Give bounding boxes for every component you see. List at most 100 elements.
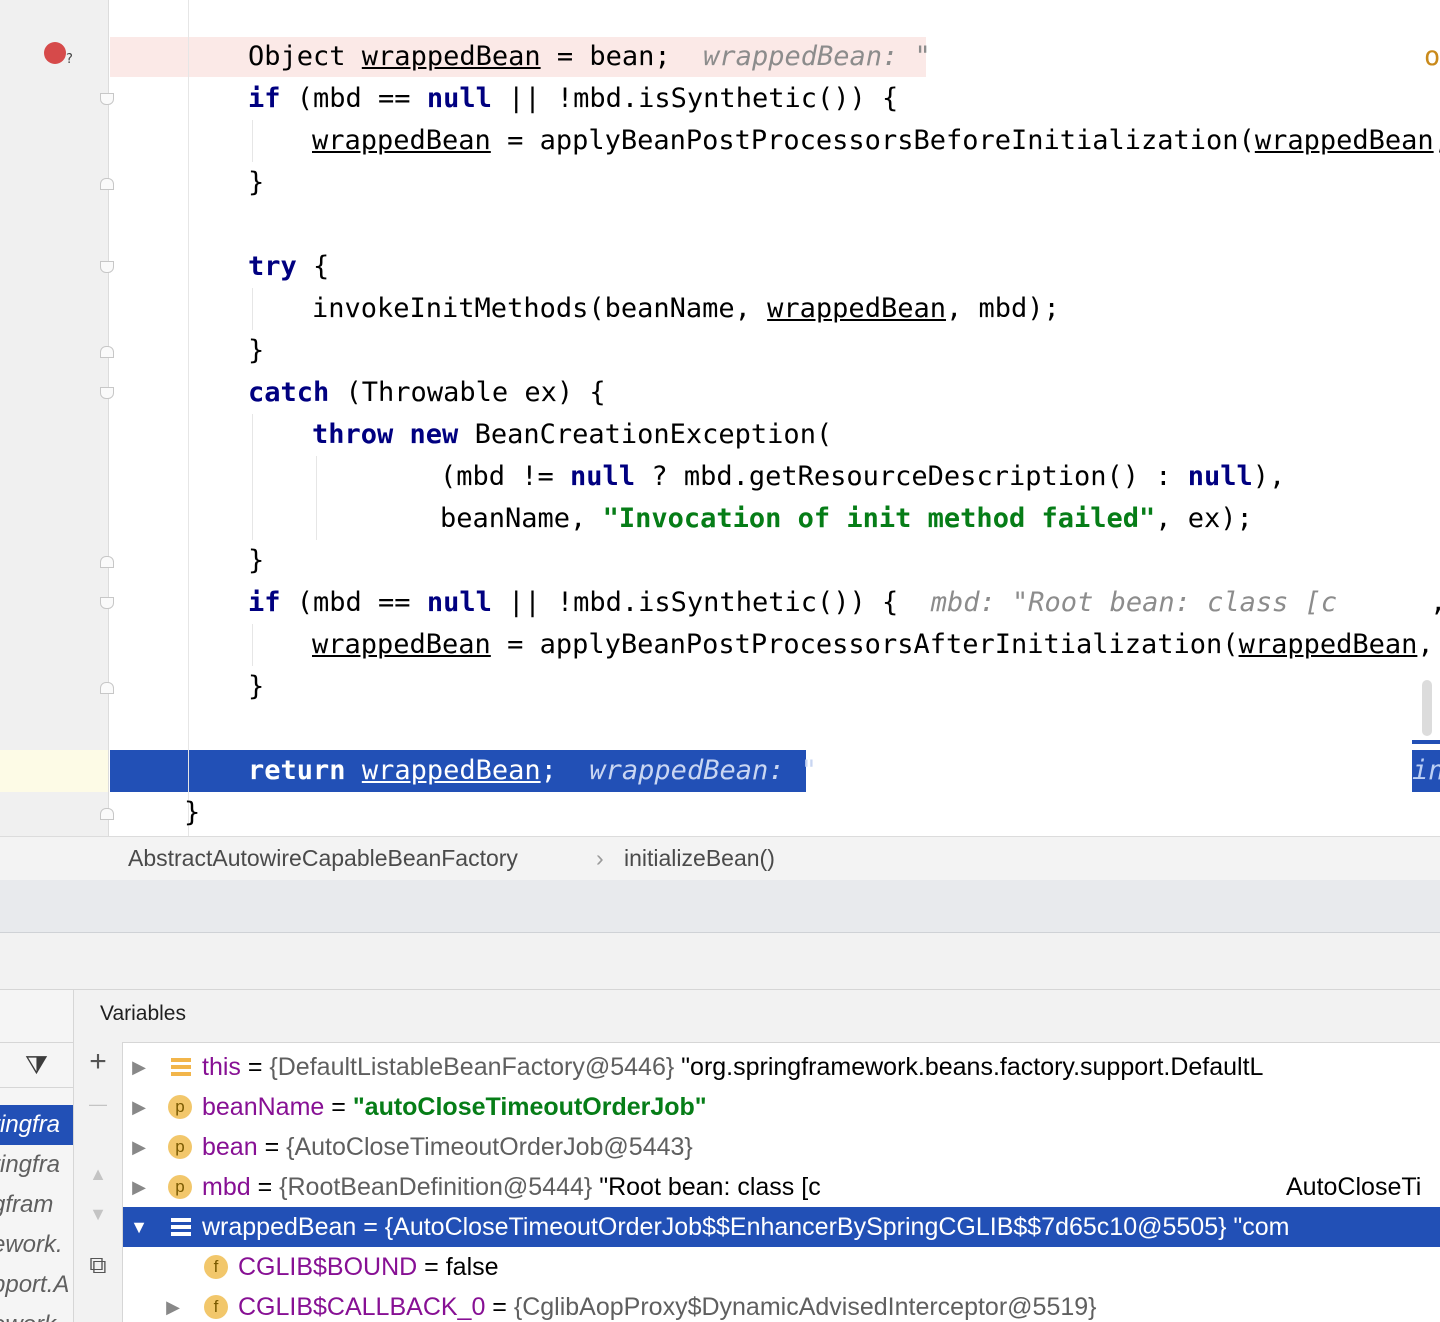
code-line-3[interactable]: wrappedBean = applyBeanPostProcessorsBef… — [110, 120, 1440, 162]
copy-button[interactable]: ⧉ — [74, 1248, 122, 1284]
code-line-11[interactable]: (mbd != null ? mbd.getResourceDescriptio… — [110, 456, 1440, 498]
code-line-7[interactable]: invokeInitMethods(beanName, wrappedBean,… — [110, 288, 1440, 330]
code-line-18-current[interactable]: return wrappedBean; wrappedBean: " — [110, 750, 1440, 792]
keyword: throw — [312, 419, 394, 450]
editor-gutter[interactable] — [0, 0, 109, 836]
variable-row[interactable]: ▶ p bean = {AutoCloseTimeoutOrderJob@544… — [123, 1127, 1440, 1167]
variable-reference[interactable]: wrappedBean — [312, 125, 491, 156]
code-text: } — [248, 167, 265, 198]
code-text: ? mbd.getResourceDescription() : — [635, 461, 1188, 492]
code-line-4[interactable]: } — [110, 162, 1440, 204]
frames-filter-button[interactable]: ⧩ — [0, 1042, 73, 1088]
expand-arrow-icon[interactable]: ▶ — [129, 1087, 149, 1127]
breadcrumb-class[interactable]: AbstractAutowireCapableBeanFactory — [128, 837, 518, 880]
code-text: || !mbd.isSynthetic()) { — [491, 587, 931, 618]
code-line-13[interactable]: } — [110, 540, 1440, 582]
variables-toolbar: + — ▲ ▼ ⧉ — [74, 1042, 123, 1322]
variable-equals: = — [417, 1253, 446, 1281]
expand-arrow-icon[interactable]: ▶ — [129, 1047, 149, 1087]
inline-debug-hint: wrappedBean: " — [589, 755, 817, 786]
variable-row[interactable]: ▶ f CGLIB$CALLBACK_0 = {CglibAopProxy$Dy… — [123, 1287, 1440, 1322]
breadcrumb-method[interactable]: initializeBean() — [624, 837, 775, 880]
frame-item[interactable]: gfram — [0, 1185, 73, 1225]
code-line-8[interactable]: } — [110, 330, 1440, 372]
expand-arrow-icon[interactable]: ▶ — [129, 1167, 149, 1207]
variable-value: "org.springframework.beans.factory.suppo… — [674, 1053, 1264, 1081]
move-up-button[interactable]: ▲ — [74, 1156, 122, 1192]
variable-reference[interactable]: wrappedBean — [312, 629, 491, 660]
breakpoint-question-icon: ? — [66, 52, 73, 67]
frame-item[interactable]: ringfra — [0, 1145, 73, 1185]
code-line-16[interactable]: } — [110, 666, 1440, 708]
variable-value-tail: AutoCloseTi — [1286, 1173, 1422, 1201]
keyword: if — [248, 587, 281, 618]
keyword: null — [1187, 461, 1253, 492]
frame-item[interactable]: pport.A — [0, 1265, 73, 1305]
add-watch-button[interactable]: + — [74, 1044, 122, 1080]
variable-row[interactable]: f CGLIB$BOUND = false — [123, 1247, 1440, 1287]
variable-row-selected[interactable]: ▼ wrappedBean = {AutoCloseTimeoutOrderJo… — [123, 1207, 1440, 1247]
code-text: , mbd); — [945, 293, 1060, 324]
frames-panel[interactable]: ⧩ ringfra ringfra gfram ework. pport.A e… — [0, 990, 74, 1322]
inline-hint-overflow: o( — [1424, 41, 1440, 72]
parameter-icon: p — [168, 1175, 192, 1199]
code-editor[interactable]: in ? Object wrappedBean = bean; wrappedB… — [0, 0, 1440, 836]
frame-item[interactable]: ework. — [0, 1225, 73, 1265]
variable-name: this — [202, 1053, 241, 1081]
code-text: } — [248, 335, 265, 366]
keyword: catch — [248, 377, 330, 408]
code-text: invokeInitMethods(beanName, — [312, 293, 768, 324]
object-icon — [169, 1215, 193, 1239]
object-icon — [169, 1055, 193, 1079]
variable-reference[interactable]: wrappedBean — [1239, 629, 1418, 660]
variable-equals: = — [324, 1093, 353, 1121]
debugger-panel: ⧩ ringfra ringfra gfram ework. pport.A e… — [0, 990, 1440, 1322]
code-text: (mbd == — [280, 587, 427, 618]
variable-value: "autoCloseTimeoutOrderJob" — [352, 1093, 707, 1121]
keyword: null — [570, 461, 636, 492]
frame-item[interactable]: ework — [0, 1305, 73, 1322]
variable-equals: = — [356, 1213, 385, 1241]
variable-equals: = — [485, 1293, 514, 1321]
variable-reference[interactable]: wrappedBean — [767, 293, 946, 324]
variable-name: mbd — [202, 1173, 251, 1201]
expand-arrow-icon[interactable]: ▶ — [129, 1127, 149, 1167]
move-down-button[interactable]: ▼ — [74, 1196, 122, 1232]
right-marker — [1412, 740, 1440, 744]
code-text: = bean; — [540, 41, 704, 72]
expand-arrow-icon[interactable]: ▶ — [163, 1287, 183, 1322]
code-line-12[interactable]: beanName, "Invocation of init method fai… — [110, 498, 1440, 540]
variable-type: {AutoCloseTimeoutOrderJob@5443} — [286, 1133, 693, 1161]
frame-item[interactable]: ringfra — [0, 1105, 73, 1145]
filter-icon: ⧩ — [24, 1050, 49, 1080]
code-line-19[interactable]: } — [110, 792, 1440, 834]
variable-reference[interactable]: wrappedBean — [1255, 125, 1434, 156]
variable-reference[interactable]: wrappedBean — [362, 41, 541, 72]
breakpoint-icon[interactable] — [44, 42, 66, 64]
code-line-6[interactable]: try { — [110, 246, 1440, 288]
collapse-arrow-icon[interactable]: ▼ — [129, 1207, 149, 1247]
code-line-1[interactable]: Object wrappedBean = bean; wrappedBean: … — [110, 36, 1440, 78]
code-line-2[interactable]: if (mbd == null || !mbd.isSynthetic()) { — [110, 78, 1440, 120]
code-line-15[interactable]: wrappedBean = applyBeanPostProcessorsAft… — [110, 624, 1440, 666]
code-line-9[interactable]: catch (Throwable ex) { — [110, 372, 1440, 414]
variable-row[interactable]: ▶ p beanName = "autoCloseTimeoutOrderJob… — [123, 1087, 1440, 1127]
code-line-14[interactable]: if (mbd == null || !mbd.isSynthetic()) {… — [110, 582, 1440, 624]
remove-watch-button[interactable]: — — [74, 1086, 122, 1122]
variable-value: false — [445, 1253, 499, 1281]
variables-title: Variables — [100, 1002, 186, 1025]
variables-tree[interactable]: ▶ this = {DefaultListableBeanFactory@544… — [123, 1043, 1440, 1322]
variable-equals: = — [257, 1133, 287, 1161]
variable-reference[interactable]: wrappedBean — [362, 755, 541, 786]
variable-equals: = — [250, 1173, 280, 1201]
code-text: } — [184, 797, 201, 828]
code-text: beanName, — [440, 503, 603, 534]
variable-row[interactable]: ▶ p mbd = {RootBeanDefinition@5444} "Roo… — [123, 1167, 1440, 1207]
code-text: ), — [1252, 461, 1286, 492]
code-text: (mbd == — [280, 83, 427, 114]
variable-value: "com — [1226, 1213, 1290, 1241]
keyword: null — [426, 587, 492, 618]
variable-row[interactable]: ▶ this = {DefaultListableBeanFactory@544… — [123, 1047, 1440, 1087]
keyword: if — [248, 83, 281, 114]
code-line-10[interactable]: throw new BeanCreationException( — [110, 414, 1440, 456]
